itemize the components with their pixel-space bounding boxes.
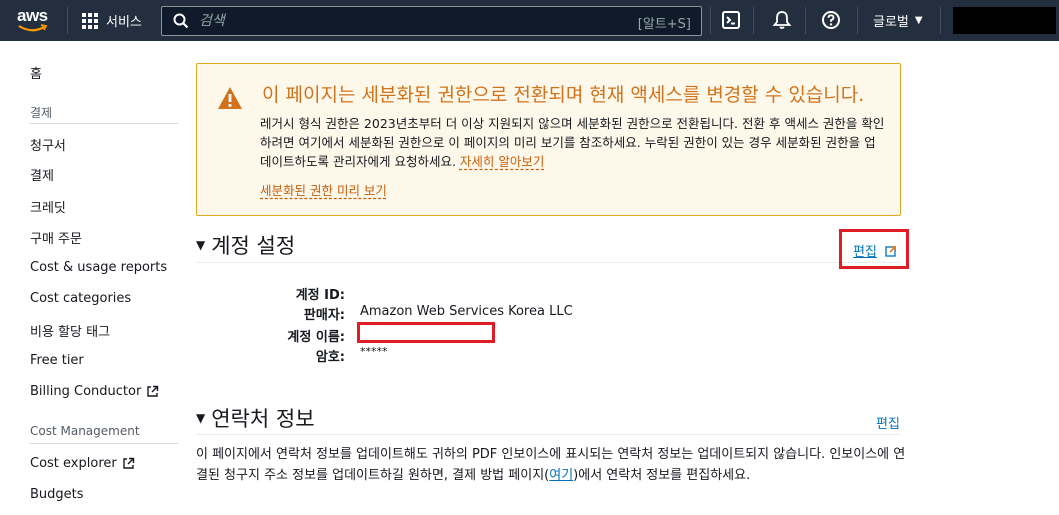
nav-divider xyxy=(940,7,941,34)
permissions-warning-alert: 이 페이지는 세분화된 권한으로 전환되며 현재 액세스를 변경할 수 있습니다… xyxy=(196,63,901,216)
sidebar-item-purchase-orders[interactable]: 구매 주문 xyxy=(30,228,82,247)
account-id-label: 계정 ID: xyxy=(295,288,345,303)
account-menu-redacted[interactable] xyxy=(953,7,1056,34)
account-settings-header[interactable]: ▼ 계정 설정 xyxy=(196,230,295,260)
sidebar-item-payments[interactable]: 결제 xyxy=(30,165,54,184)
sidebar-item-label: Billing Conductor xyxy=(30,384,142,399)
caret-down-icon: ▼ xyxy=(196,411,206,425)
bell-icon[interactable] xyxy=(772,10,792,30)
search-icon xyxy=(173,13,189,29)
caret-down-icon: ▼ xyxy=(914,15,923,26)
search-bar[interactable]: [알트+S] xyxy=(161,6,702,36)
sidebar-item-home[interactable]: 홈 xyxy=(30,63,42,82)
cloudshell-icon[interactable] xyxy=(721,10,741,30)
sidebar-item-cost-categories[interactable]: Cost categories xyxy=(30,291,131,306)
alert-body-text: 레거시 형식 권한은 2023년초부터 더 이상 지원되지 않으며 세분화된 권… xyxy=(260,116,885,169)
help-icon[interactable] xyxy=(821,10,841,30)
sidebar-divider xyxy=(30,443,178,444)
grid-icon xyxy=(82,12,98,29)
sidebar-item-bills[interactable]: 청구서 xyxy=(30,135,66,154)
password-value: ***** xyxy=(360,345,388,358)
aws-logo-text: aws xyxy=(17,6,48,25)
preview-permissions-link[interactable]: 세분화된 권한 미리 보기 xyxy=(260,180,387,199)
nav-divider xyxy=(857,7,858,34)
seller-value: Amazon Web Services Korea LLC xyxy=(360,304,573,319)
alert-body: 레거시 형식 권한은 2023년초부터 더 이상 지원되지 않으며 세분화된 권… xyxy=(260,114,885,171)
services-menu-button[interactable]: 서비스 xyxy=(82,0,142,41)
aws-smile-icon xyxy=(18,24,48,32)
sidebar-section-cost-management: Cost Management xyxy=(30,424,140,438)
contact-text-after: )에서 연락처 정보를 편집하세요. xyxy=(573,468,751,483)
contact-info-edit-link[interactable]: 편집 xyxy=(876,413,900,432)
sidebar-item-billing-conductor[interactable]: Billing Conductor xyxy=(30,384,159,399)
sidebar-item-label: Cost explorer xyxy=(30,456,117,471)
nav-divider xyxy=(805,7,806,34)
sidebar-item-cost-explorer[interactable]: Cost explorer xyxy=(30,456,135,471)
sidebar-item-cost-allocation-tags[interactable]: 비용 할당 태그 xyxy=(30,321,110,340)
sidebar-navigation: 홈 결제 청구서 결제 크레딧 구매 주문 Cost & usage repor… xyxy=(0,41,190,515)
aws-logo[interactable]: aws xyxy=(17,6,51,34)
section-title: 계정 설정 xyxy=(211,234,296,258)
warning-icon xyxy=(218,87,242,109)
region-label: 글로벌 xyxy=(873,15,909,30)
password-label: 암호: xyxy=(315,350,345,365)
search-input[interactable] xyxy=(199,13,619,29)
external-link-icon xyxy=(147,385,159,397)
account-name-label: 계정 이름: xyxy=(287,330,345,345)
seller-label: 판매자: xyxy=(303,308,345,323)
section-divider xyxy=(196,262,901,263)
sidebar-divider xyxy=(30,123,178,124)
payment-methods-link[interactable]: 여기 xyxy=(549,468,573,483)
account-name-redacted xyxy=(357,322,495,343)
sidebar-item-free-tier[interactable]: Free tier xyxy=(30,353,84,368)
services-label: 서비스 xyxy=(106,15,142,30)
contact-info-description: 이 페이지에서 연락처 정보를 업데이트해도 귀하의 PDF 인보이스에 표시되… xyxy=(196,444,908,486)
region-selector[interactable]: 글로벌 ▼ xyxy=(873,0,923,41)
nav-divider xyxy=(753,7,754,34)
learn-more-link[interactable]: 자세히 알아보기 xyxy=(460,154,544,169)
section-title: 연락처 정보 xyxy=(211,407,315,431)
contact-info-header[interactable]: ▼ 연락처 정보 xyxy=(196,403,315,433)
caret-down-icon: ▼ xyxy=(196,238,206,252)
sidebar-item-budgets[interactable]: Budgets xyxy=(30,487,84,502)
sidebar-item-cost-usage-reports[interactable]: Cost & usage reports xyxy=(30,260,167,275)
external-link-icon xyxy=(123,457,134,469)
nav-divider xyxy=(67,7,68,34)
top-navigation-bar: aws 서비스 [알트+S] 글로벌 ▼ xyxy=(0,0,1059,41)
section-divider xyxy=(196,434,901,435)
nav-divider xyxy=(710,7,711,34)
search-shortcut-hint: [알트+S] xyxy=(637,17,691,32)
highlight-box xyxy=(839,229,909,269)
sidebar-item-credits[interactable]: 크레딧 xyxy=(30,197,66,216)
alert-title: 이 페이지는 세분화된 권한으로 전환되며 현재 액세스를 변경할 수 있습니다… xyxy=(262,84,865,106)
sidebar-section-billing: 결제 xyxy=(30,106,53,120)
